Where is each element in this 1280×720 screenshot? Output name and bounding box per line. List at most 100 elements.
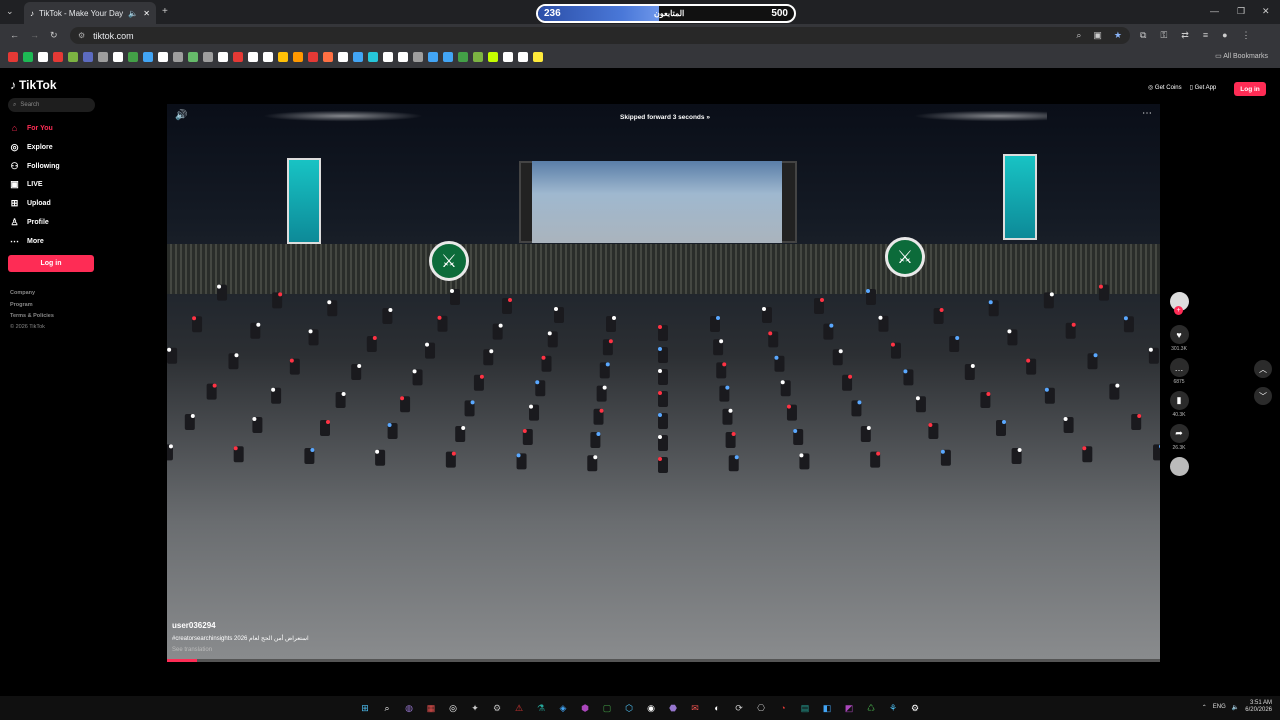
taskbar-app-icon[interactable]: ⚙ — [490, 701, 504, 715]
share-button[interactable]: ➦ 26.3K — [1169, 424, 1189, 451]
bookmark-icon[interactable] — [533, 52, 543, 62]
taskbar-app-icon[interactable]: ◍ — [402, 701, 416, 715]
taskbar-app-icon[interactable]: ◈ — [556, 701, 570, 715]
save-button[interactable]: ▮ 40.3K — [1169, 391, 1189, 418]
footer-terms[interactable]: Terms & Policies — [10, 313, 54, 319]
tab-audio-icon[interactable]: 🔈 — [128, 9, 138, 18]
video-player[interactable]: ⚔ ⚔ 🔊 Skipped forward 3 seconds » ⋯ user… — [167, 104, 1160, 662]
like-button[interactable]: ♥ 301.3K — [1169, 325, 1189, 352]
taskbar-app-icon[interactable]: ✦ — [468, 701, 482, 715]
bookmark-icon[interactable] — [293, 52, 303, 62]
bookmark-icon[interactable] — [218, 52, 228, 62]
taskbar-app-icon[interactable]: ⊞ — [358, 701, 372, 715]
bookmark-icon[interactable] — [173, 52, 183, 62]
bookmark-icon[interactable] — [188, 52, 198, 62]
taskbar-app-icon[interactable]: ▤ — [798, 701, 812, 715]
video-username[interactable]: user036294 — [172, 621, 216, 630]
bookmark-icon[interactable] — [338, 52, 348, 62]
search-input[interactable]: ⌕ Search — [8, 98, 95, 112]
bookmark-icon[interactable] — [353, 52, 363, 62]
cast-icon[interactable]: ▣ — [1093, 30, 1102, 41]
restore-icon[interactable]: ❐ — [1237, 6, 1245, 17]
minimize-icon[interactable]: — — [1210, 6, 1219, 16]
bookmark-icon[interactable] — [233, 52, 243, 62]
bookmark-icon[interactable] — [248, 52, 258, 62]
browser-menu-icon[interactable]: ⋮ — [1242, 30, 1251, 41]
sidebar-item-profile[interactable]: ♙ Profile — [10, 217, 48, 228]
zoom-icon[interactable]: ⌕ — [1076, 30, 1081, 41]
bookmark-icon[interactable] — [68, 52, 78, 62]
bookmark-icon[interactable] — [518, 52, 528, 62]
profile-avatar-icon[interactable]: ● — [1222, 30, 1227, 41]
tab-close-icon[interactable]: ✕ — [143, 9, 150, 18]
bookmark-icon[interactable] — [428, 52, 438, 62]
taskbar-app-icon[interactable]: ⟳ — [732, 701, 746, 715]
taskbar-app-icon[interactable]: ◎ — [446, 701, 460, 715]
site-info-icon[interactable]: ⚙ — [78, 31, 85, 40]
translate-icon[interactable]: ⇄ — [1181, 30, 1189, 41]
bookmark-icon[interactable] — [98, 52, 108, 62]
tab-search-icon[interactable]: ⌄ — [6, 6, 14, 17]
bookmark-icon[interactable] — [38, 52, 48, 62]
bookmark-icon[interactable] — [398, 52, 408, 62]
taskbar-app-icon[interactable]: ⚠ — [512, 701, 526, 715]
video-description[interactable]: #creatorsearchinsights استعراض أمن الحج … — [172, 635, 309, 642]
taskbar-app-icon[interactable]: ◉ — [644, 701, 658, 715]
sidebar-item-more[interactable]: ⋯ More — [10, 236, 44, 247]
bookmark-icon[interactable] — [53, 52, 63, 62]
footer-company[interactable]: Company — [10, 290, 35, 296]
bookmark-icon[interactable] — [83, 52, 93, 62]
taskbar-app-icon[interactable]: ▦ — [424, 701, 438, 715]
taskbar-app-icon[interactable]: ⬢ — [578, 701, 592, 715]
sidebar-item-explore[interactable]: ◎ Explore — [10, 142, 53, 153]
taskbar-app-icon[interactable]: ◧ — [820, 701, 834, 715]
taskbar-app-icon[interactable]: ⬣ — [666, 701, 680, 715]
lang-indicator[interactable]: ENG — [1213, 704, 1226, 710]
tray-chevron-icon[interactable]: ⌃ — [1202, 704, 1207, 711]
address-bar[interactable]: ⚙ tiktok.com ⌕ ▣ ★ — [70, 27, 1130, 44]
taskbar-app-icon[interactable]: ◩ — [842, 701, 856, 715]
get-coins-button[interactable]: ◎ Get Coins — [1148, 84, 1182, 91]
follow-plus-icon[interactable]: + — [1174, 306, 1183, 315]
bookmark-icon[interactable] — [383, 52, 393, 62]
bookmark-icon[interactable] — [143, 52, 153, 62]
bookmark-icon[interactable] — [368, 52, 378, 62]
bookmark-icon[interactable] — [8, 52, 18, 62]
tab-search-list-icon[interactable]: ≡ — [1203, 30, 1208, 41]
taskbar-app-icon[interactable]: ⚘ — [886, 701, 900, 715]
video-more-icon[interactable]: ⋯ — [1142, 108, 1152, 119]
volume-icon[interactable]: 🔊 — [175, 110, 187, 121]
taskbar-app-icon[interactable]: ⌕ — [380, 701, 394, 715]
sidebar-item-upload[interactable]: ⊞ Upload — [10, 198, 51, 209]
comment-button[interactable]: … 6875 — [1169, 358, 1189, 385]
header-login-button[interactable]: Log in — [1234, 82, 1266, 96]
bookmark-icon[interactable] — [323, 52, 333, 62]
bookmark-icon[interactable] — [488, 52, 498, 62]
bookmark-icon[interactable] — [23, 52, 33, 62]
bookmark-icon[interactable] — [158, 52, 168, 62]
bookmark-icon[interactable] — [113, 52, 123, 62]
password-icon[interactable]: ⚿ — [1160, 30, 1167, 41]
bookmark-icon[interactable] — [413, 52, 423, 62]
bookmark-icon[interactable] — [203, 52, 213, 62]
sidebar-item-live[interactable]: ▣ LIVE — [10, 179, 42, 190]
forward-icon[interactable]: → — [30, 30, 39, 40]
star-icon[interactable]: ★ — [1114, 30, 1122, 41]
tiktok-logo[interactable]: ♪ TikTok — [10, 78, 57, 92]
taskbar-app-icon[interactable]: ◐ — [710, 701, 724, 715]
window-close-icon[interactable]: ✕ — [1262, 6, 1270, 17]
all-bookmarks[interactable]: ▭ All Bookmarks — [1215, 52, 1268, 60]
bookmark-icon[interactable] — [443, 52, 453, 62]
taskbar-app-icon[interactable]: ▢ — [600, 701, 614, 715]
extensions-icon[interactable]: ⧉ — [1140, 30, 1146, 41]
taskbar-app-icon[interactable]: ⬡ — [622, 701, 636, 715]
volume-tray-icon[interactable]: 🔈 — [1232, 704, 1239, 711]
sidebar-login-button[interactable]: Log in — [8, 255, 94, 272]
browser-tab[interactable]: ♪ TikTok - Make Your Day 🔈 ✕ — [24, 2, 156, 24]
bookmark-icon[interactable] — [263, 52, 273, 62]
taskbar-app-icon[interactable]: ⚗ — [534, 701, 548, 715]
prev-video-button[interactable]: ︿ — [1254, 360, 1272, 378]
next-video-button[interactable]: ﹀ — [1254, 387, 1272, 405]
sidebar-item-for-you[interactable]: ⌂ For You — [10, 123, 53, 133]
music-disc[interactable] — [1169, 457, 1189, 478]
